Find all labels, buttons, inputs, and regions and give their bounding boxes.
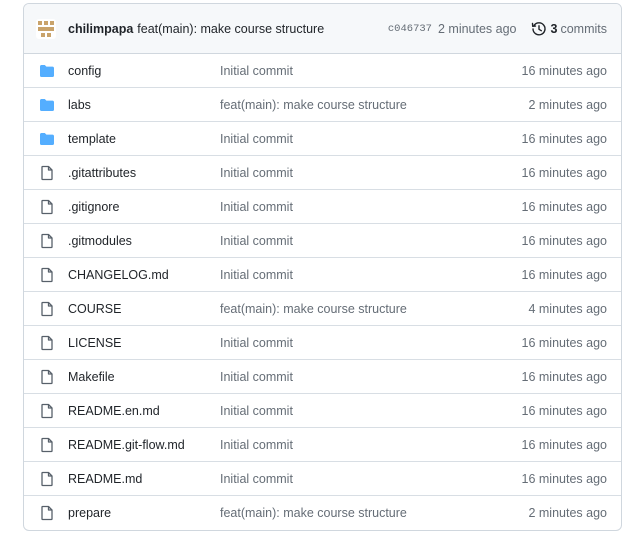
folder-row[interactable]: config Initial commit 16 minutes ago [24,54,621,88]
latest-commit-message[interactable]: feat(main): make course structure [137,22,324,36]
commit-message-link[interactable]: Initial commit [220,336,293,350]
file-name-link[interactable]: config [68,64,101,78]
file-row[interactable]: CHANGELOG.md Initial commit 16 minutes ago [24,258,621,292]
folder-icon [39,131,55,147]
file-name-link[interactable]: README.en.md [68,404,160,418]
commit-time: 16 minutes ago [521,63,607,78]
file-name-link[interactable]: labs [68,98,91,112]
file-name-link[interactable]: README.md [68,472,142,486]
commit-message-link[interactable]: Initial commit [220,64,293,78]
commits-history-link[interactable]: 3 commits [531,21,607,37]
commit-message-link[interactable]: Initial commit [220,472,293,486]
folder-row[interactable]: labs feat(main): make course structure 2 m… [24,88,621,122]
file-icon [39,267,55,283]
file-icon [39,471,55,487]
file-icon [39,403,55,419]
folder-icon [39,63,55,79]
latest-commit-bar: chilimpapa feat(main): make course struc… [24,4,621,54]
commits-label: commits [560,21,607,36]
file-row[interactable]: README.git-flow.md Initial commit 16 minut… [24,428,621,462]
commit-sha[interactable]: c046737 [388,23,432,35]
folder-row[interactable]: template Initial commit 16 minutes ago [24,122,621,156]
commit-time: 16 minutes ago [521,199,607,214]
commit-time: 16 minutes ago [521,369,607,384]
commit-time: 16 minutes ago [521,165,607,180]
file-name-link[interactable]: COURSE [68,302,121,316]
history-icon [531,21,546,35]
file-name-link[interactable]: prepare [68,506,111,520]
commits-count: 3 [550,21,558,36]
file-icon [39,437,55,453]
commit-message-link[interactable]: Initial commit [220,268,293,282]
commit-time: 16 minutes ago [521,437,607,452]
commit-message-link[interactable]: Initial commit [220,370,293,384]
file-icon [39,301,55,317]
file-row[interactable]: LICENSE Initial commit 16 minutes ago [24,326,621,360]
file-name-link[interactable]: .gitattributes [68,166,136,180]
commit-message-link[interactable]: Initial commit [220,200,293,214]
file-row[interactable]: README.en.md Initial commit 16 minutes ago [24,394,621,428]
file-icon [39,369,55,385]
commit-message-link[interactable]: Initial commit [220,234,293,248]
file-list: config Initial commit 16 minutes ago labs fe… [24,54,621,530]
commit-message-link[interactable]: Initial commit [220,438,293,452]
file-row[interactable]: .gitmodules Initial commit 16 minutes ago [24,224,621,258]
commit-author[interactable]: chilimpapa [68,22,133,36]
file-name-link[interactable]: README.git-flow.md [68,438,185,452]
commit-time: 16 minutes ago [521,233,607,248]
file-icon [39,199,55,215]
folder-icon [39,97,55,113]
author-avatar[interactable] [36,18,56,39]
file-icon [39,505,55,521]
file-row[interactable]: README.md Initial commit 16 minutes ago [24,462,621,496]
commit-message-link[interactable]: Initial commit [220,404,293,418]
commit-message-link[interactable]: feat(main): make course structure [220,506,407,520]
latest-commit-time: 2 minutes ago [437,21,517,36]
commit-time: 16 minutes ago [521,335,607,350]
commit-time: 2 minutes ago [528,97,607,112]
commit-message-link[interactable]: feat(main): make course structure [220,302,407,316]
file-row[interactable]: prepare feat(main): make course structure… [24,496,621,530]
file-row[interactable]: .gitignore Initial commit 16 minutes ago [24,190,621,224]
commit-time: 16 minutes ago [521,267,607,282]
file-icon [39,165,55,181]
avatar-identicon [36,18,56,39]
file-row[interactable]: .gitattributes Initial commit 16 minutes a… [24,156,621,190]
file-name-link[interactable]: Makefile [68,370,115,384]
commit-message-link[interactable]: Initial commit [220,166,293,180]
file-name-link[interactable]: .gitignore [68,200,119,214]
file-name-link[interactable]: LICENSE [68,336,122,350]
file-browser: chilimpapa feat(main): make course struc… [23,3,622,531]
commit-message-link[interactable]: Initial commit [220,132,293,146]
file-icon [39,233,55,249]
file-name-link[interactable]: CHANGELOG.md [68,268,169,282]
commit-time: 2 minutes ago [528,506,607,520]
file-name-link[interactable]: .gitmodules [68,234,132,248]
commit-time: 16 minutes ago [521,471,607,486]
commit-message-link[interactable]: feat(main): make course structure [220,98,407,112]
commit-time: 16 minutes ago [521,403,607,418]
commit-time: 16 minutes ago [521,131,607,146]
file-name-link[interactable]: template [68,132,116,146]
file-row[interactable]: Makefile Initial commit 16 minutes ago [24,360,621,394]
commit-time: 4 minutes ago [528,301,607,316]
file-row[interactable]: COURSE feat(main): make course structure 4… [24,292,621,326]
file-icon [39,335,55,351]
